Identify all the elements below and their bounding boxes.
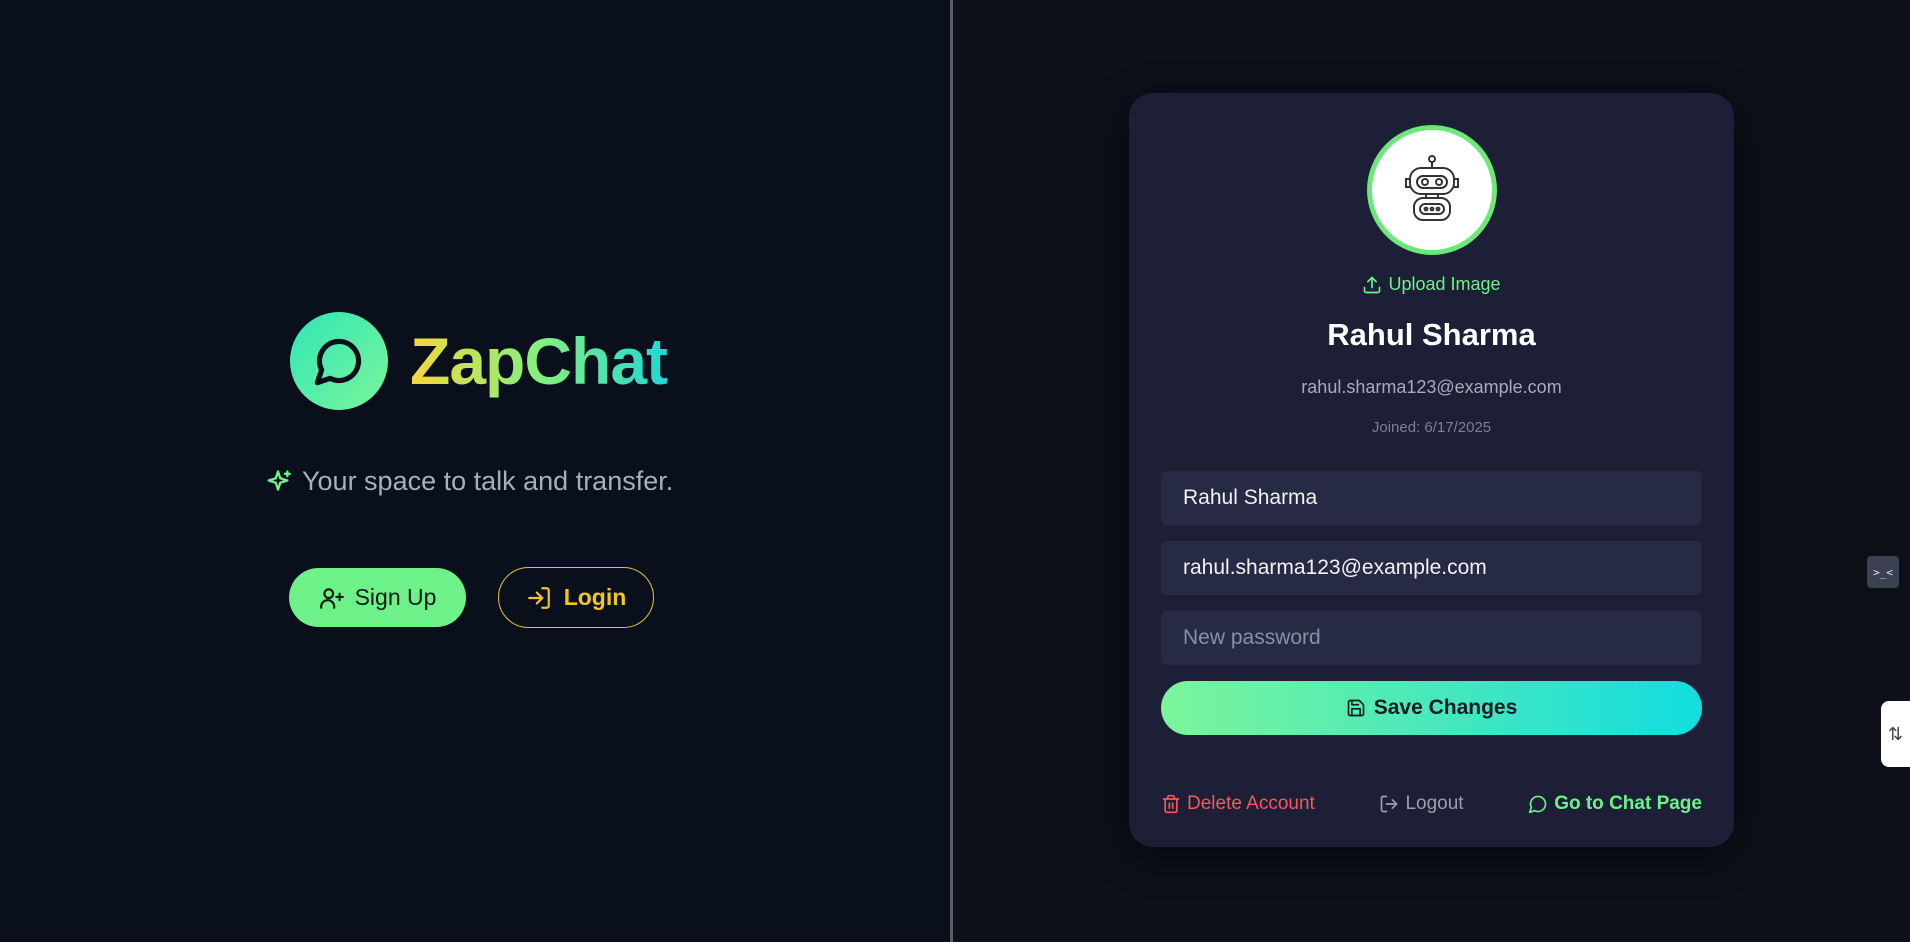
- delete-account-button[interactable]: Delete Account: [1161, 793, 1315, 815]
- login-icon: [527, 586, 550, 609]
- email-field[interactable]: [1161, 541, 1702, 595]
- logout-icon: [1381, 795, 1398, 813]
- avatar[interactable]: [1367, 125, 1497, 255]
- login-label: Login: [563, 584, 627, 610]
- signup-label: Sign Up: [354, 584, 437, 610]
- go-to-chat-link[interactable]: Go to Chat Page: [1528, 793, 1702, 815]
- logout-label: Logout: [1405, 793, 1464, 814]
- brand: ZapChat: [290, 312, 668, 410]
- profile-email: rahul.sharma123@example.com: [1301, 377, 1562, 397]
- password-field[interactable]: [1161, 611, 1702, 665]
- account-actions: Delete Account Logout Go to Chat Page: [1161, 793, 1702, 815]
- brand-name: ZapChat: [410, 324, 668, 398]
- extension-icon[interactable]: >_<: [1867, 556, 1899, 588]
- user-plus-icon: [319, 587, 344, 609]
- tagline-text: Your space to talk and transfer.: [302, 466, 674, 496]
- trash-icon: [1162, 794, 1180, 814]
- chat-bubble-icon: [314, 338, 362, 386]
- login-button[interactable]: Login: [498, 567, 654, 628]
- upload-image-button[interactable]: Upload Image: [1129, 274, 1734, 295]
- delete-label: Delete Account: [1187, 793, 1315, 814]
- save-icon: [1347, 699, 1365, 717]
- landing-pane: ZapChat Your space to talk and transfer.…: [0, 0, 950, 942]
- go-to-chat-label: Go to Chat Page: [1554, 793, 1702, 814]
- name-field[interactable]: [1161, 471, 1702, 525]
- chat-bubble-icon: [1529, 795, 1547, 814]
- profile-card: Upload Image Rahul Sharma rahul.sharma12…: [1129, 93, 1734, 847]
- profile-name: Rahul Sharma: [1327, 317, 1536, 352]
- joined-date: Joined: 6/17/2025: [1371, 419, 1492, 436]
- logout-button[interactable]: Logout: [1379, 793, 1464, 815]
- upload-icon: [1364, 276, 1381, 293]
- save-changes-button[interactable]: Save Changes: [1161, 681, 1702, 735]
- logo: [290, 312, 388, 410]
- tagline: Your space to talk and transfer.: [264, 466, 673, 497]
- save-label: Save Changes: [1373, 696, 1518, 719]
- robot-icon: [1405, 155, 1459, 221]
- upload-label: Upload Image: [1388, 274, 1501, 294]
- sidebar-toggle-tab[interactable]: ⇅: [1881, 701, 1910, 767]
- signup-button[interactable]: Sign Up: [289, 568, 466, 627]
- sparkles-icon: [267, 469, 291, 491]
